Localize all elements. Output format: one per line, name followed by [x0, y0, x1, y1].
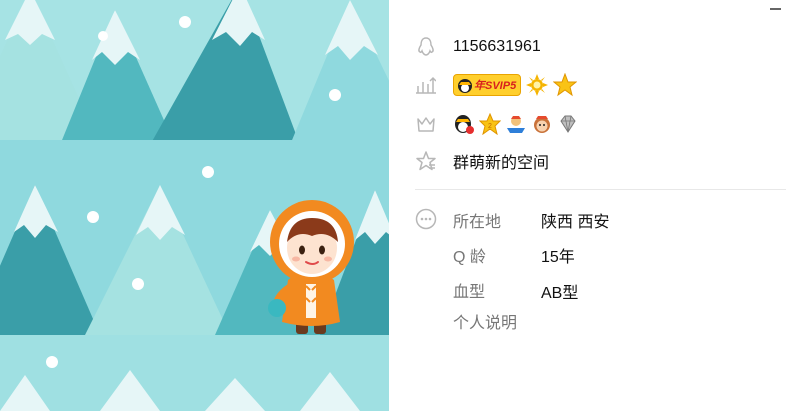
- star-honor-icon[interactable]: 2: [479, 113, 501, 135]
- cover-illustration: [0, 0, 389, 411]
- sun-level-icon[interactable]: [525, 73, 549, 97]
- more-dots-icon[interactable]: [415, 208, 437, 235]
- minimize-button[interactable]: [766, 2, 784, 16]
- blood-type-value: AB型: [541, 285, 579, 302]
- qage-value: 15年: [541, 249, 575, 266]
- honors-row: 2: [415, 113, 579, 135]
- qq-number: 1156631961: [453, 38, 541, 55]
- star-outline-icon: [415, 150, 437, 172]
- penguin-icon: [415, 36, 437, 58]
- section-divider: [415, 189, 786, 190]
- qq-number-row: 1156631961: [415, 36, 541, 58]
- vip-penguin-icon: [458, 79, 472, 93]
- location-label: 所在地: [453, 214, 502, 231]
- crown-icon: [415, 113, 437, 135]
- bio-label: 个人说明: [453, 315, 518, 332]
- level-bars-icon: [415, 74, 437, 96]
- svg-text:2: 2: [488, 123, 492, 130]
- star-level-icon[interactable]: [553, 73, 578, 97]
- vip-row: 年SVIP5: [415, 73, 578, 97]
- profile-panel: 1156631961 年SVIP5 2 群萌新的空间 所在地 陕西 西安 Q 龄…: [389, 0, 786, 411]
- vip-penguin-honor-icon[interactable]: [453, 113, 475, 135]
- blood-type-label: 血型: [453, 284, 486, 301]
- minus-icon: [769, 8, 781, 10]
- location-value: 陕西 西安: [541, 214, 610, 231]
- winter-scene: [0, 0, 389, 411]
- qage-label: Q 龄: [453, 249, 486, 266]
- boat-honor-icon[interactable]: [505, 113, 527, 135]
- signature-text[interactable]: 群萌新的空间: [453, 149, 549, 173]
- svip-badge-text: 年SVIP5: [474, 80, 517, 92]
- diamond-honor-icon[interactable]: [557, 113, 579, 135]
- monkey-honor-icon[interactable]: [531, 113, 553, 135]
- svip-badge[interactable]: 年SVIP5: [453, 74, 522, 96]
- signature-row: 群萌新的空间: [415, 149, 549, 173]
